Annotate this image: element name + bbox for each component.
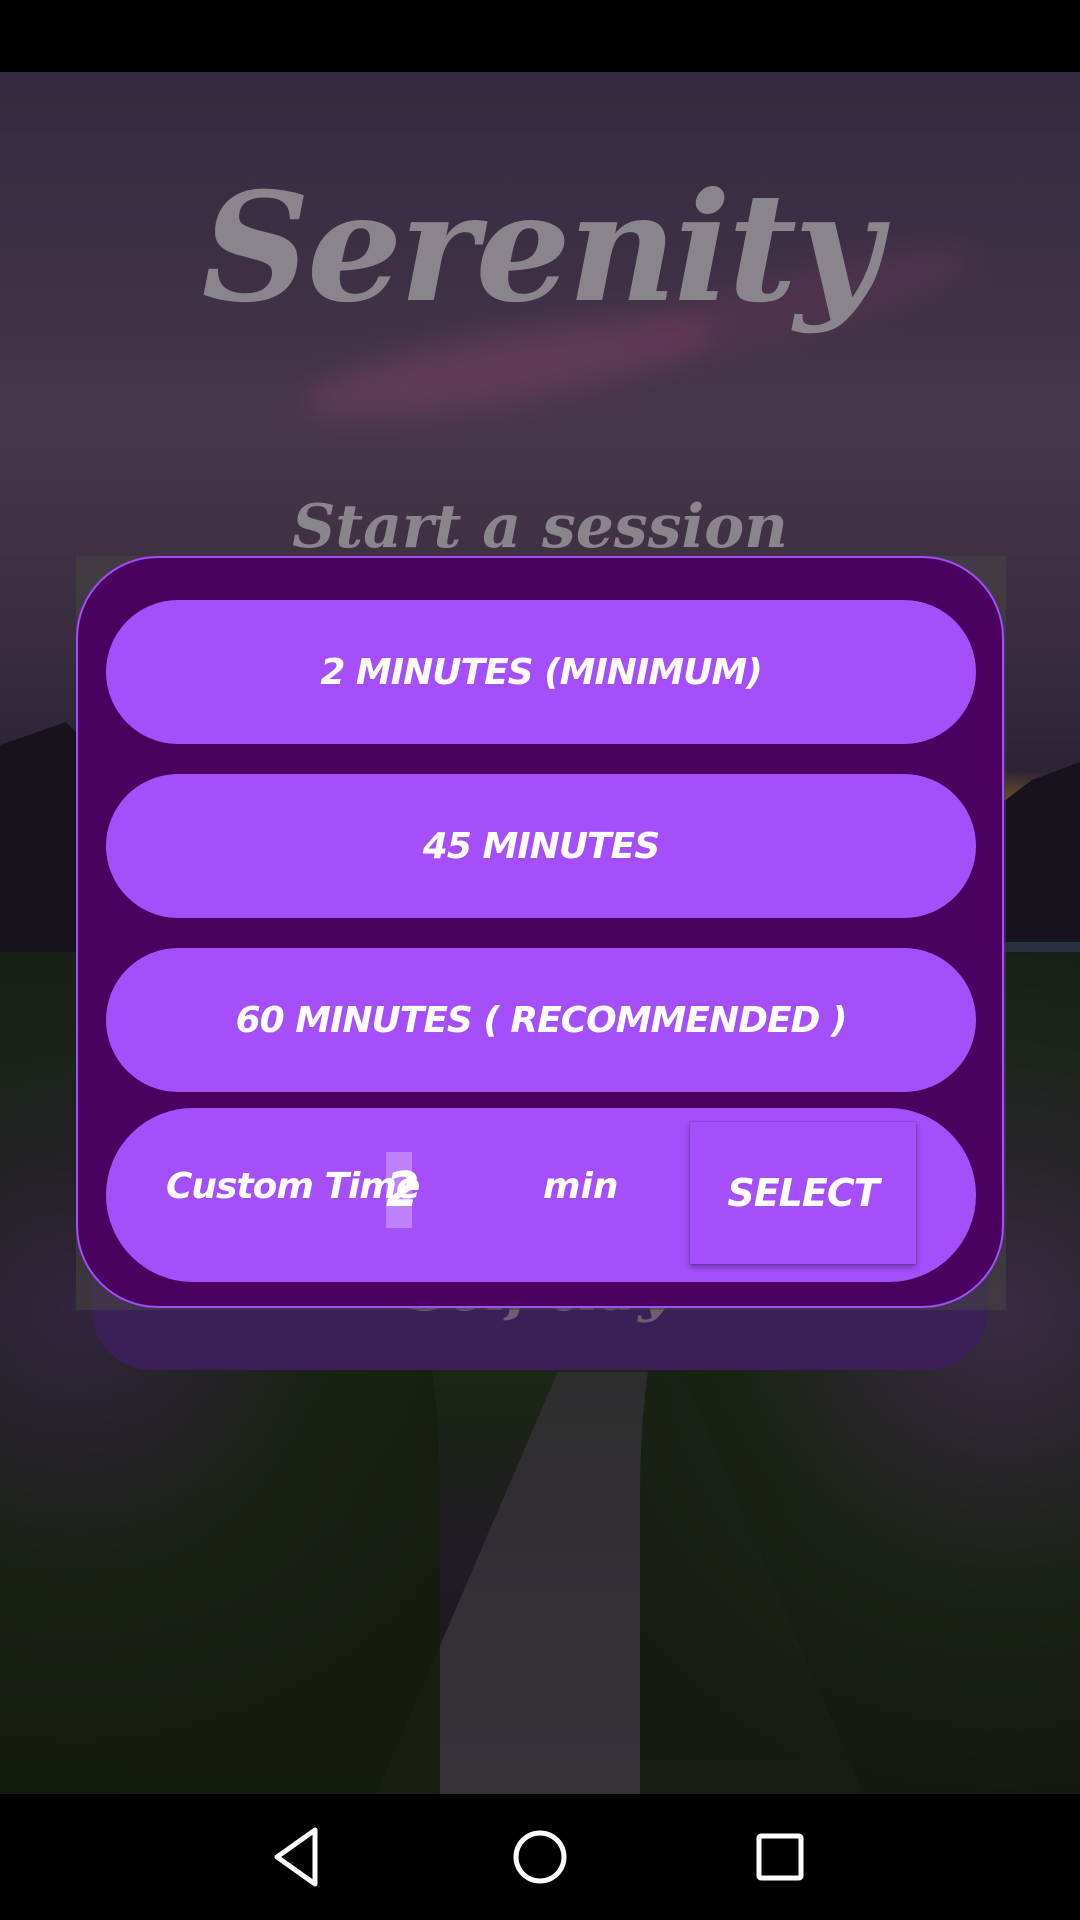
home-icon[interactable] bbox=[505, 1822, 575, 1892]
navigation-bar bbox=[0, 1794, 1080, 1920]
custom-time-row: Custom Time min SELECT bbox=[106, 1108, 976, 1282]
app-title: Serenity bbox=[201, 160, 882, 336]
option-2-minutes-button[interactable]: 2 MINUTES (MINIMUM) bbox=[106, 600, 976, 744]
custom-time-label: Custom Time bbox=[166, 1166, 420, 1207]
back-icon[interactable] bbox=[265, 1822, 335, 1892]
status-bar bbox=[0, 0, 1080, 72]
recents-icon[interactable] bbox=[745, 1822, 815, 1892]
start-session-heading: Start a session bbox=[292, 492, 788, 562]
option-label: 45 MINUTES bbox=[422, 825, 660, 867]
session-duration-dialog: 2 MINUTES (MINIMUM) 45 MINUTES 60 MINUTE… bbox=[76, 556, 1004, 1308]
minutes-unit-label: min bbox=[543, 1166, 619, 1207]
option-label: 2 MINUTES (MINIMUM) bbox=[320, 651, 762, 693]
option-45-minutes-button[interactable]: 45 MINUTES bbox=[106, 774, 976, 918]
custom-time-input[interactable] bbox=[386, 1150, 536, 1230]
option-label: 60 MINUTES ( RECOMMENDED ) bbox=[235, 999, 848, 1041]
select-button[interactable]: SELECT bbox=[690, 1122, 916, 1264]
option-60-minutes-button[interactable]: 60 MINUTES ( RECOMMENDED ) bbox=[106, 948, 976, 1092]
